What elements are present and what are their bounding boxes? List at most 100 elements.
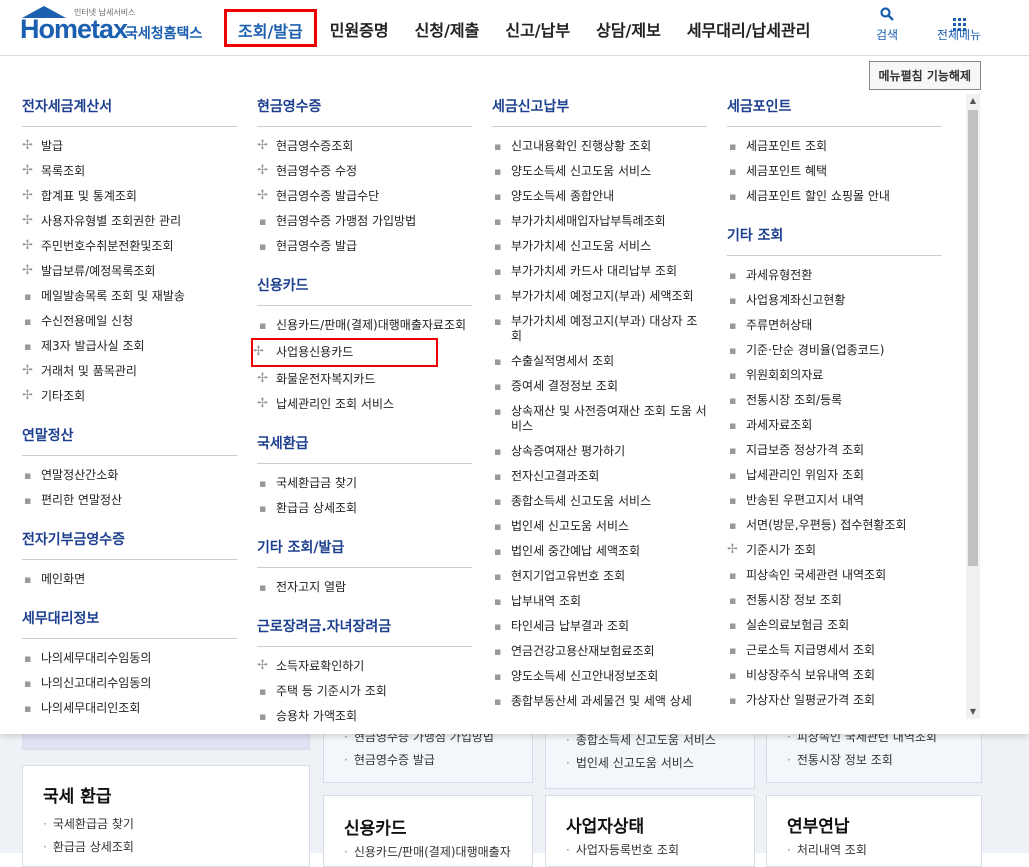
menu-item[interactable]: ▪ 연금건강고용산재보험료조회 xyxy=(492,639,707,664)
menu-item[interactable]: ▪ 반송된 우편고지서 내역 xyxy=(727,488,942,513)
menu-section-title[interactable]: 전자기부금영수증 xyxy=(22,529,237,560)
menu-item[interactable]: ▪ 양도소득세 신고안내정보조회 xyxy=(492,664,707,689)
menu-item[interactable]: ✢ 기준시가 조회 xyxy=(727,538,942,563)
search-button[interactable]: 검색 xyxy=(861,6,913,43)
menu-item[interactable]: ▪ 양도소득세 종합안내 xyxy=(492,184,707,209)
menu-item[interactable]: ▪ 신용카드/판매(결제)대행매출자료조회 xyxy=(257,313,472,338)
menu-item[interactable]: ▪ 수출실적명세서 조회 xyxy=(492,349,707,374)
menu-item[interactable]: ▪ 지급보증 정상가격 조회 xyxy=(727,438,942,463)
menu-item[interactable]: ▪ 환급금 상세조회 xyxy=(257,496,472,521)
menu-item[interactable]: ✢ 주민번호수취분전환및조회 xyxy=(22,234,237,259)
menu-item[interactable]: ▪ 부가가치세 예정고지(부과) 대상자 조회 xyxy=(492,309,707,349)
menu-section-title[interactable]: 근로장려금.자녀장려금 xyxy=(257,616,472,647)
menu-item[interactable]: ▪ 현금영수증 가맹점 가입방법 xyxy=(257,209,472,234)
menu-item[interactable]: ▪ 증여세 결정정보 조회 xyxy=(492,374,707,399)
menu-item[interactable]: ▪ 실손의료보험금 조회 xyxy=(727,613,942,638)
menu-item[interactable]: ▪ 현금영수증 발급 xyxy=(257,234,472,259)
menu-item[interactable]: ▪ 세금포인트 혜택 xyxy=(727,159,942,184)
menu-item[interactable]: ✢ 발급보류/예정목록조회 xyxy=(22,259,237,284)
menu-item[interactable]: ▪ 수신전용메일 신청 xyxy=(22,309,237,334)
menu-item[interactable]: ▪ 양도소득세 신고도움 서비스 xyxy=(492,159,707,184)
menu-item[interactable]: ✢ 소득자료확인하기 xyxy=(257,654,472,679)
menu-section-title[interactable]: 국세환급 xyxy=(257,433,472,464)
menu-item[interactable]: ✢ 현금영수증 수정 xyxy=(257,159,472,184)
menu-item[interactable]: ▪ 납부내역 조회 xyxy=(492,589,707,614)
nav-tax-agent[interactable]: 세무대리/납세관리 xyxy=(674,9,824,47)
menu-item[interactable]: ▪ 제3자 발급사실 조회 xyxy=(22,334,237,359)
menu-section-title[interactable]: 현금영수증 xyxy=(257,96,472,127)
menu-section-title[interactable]: 기타 조회/발급 xyxy=(257,537,472,568)
menu-item[interactable]: ▪ 전자고지 열람 xyxy=(257,575,472,600)
menu-item[interactable]: ▪ 승용차 가액조회 xyxy=(257,704,472,729)
menu-section-title[interactable]: 세금신고납부 xyxy=(492,96,707,127)
menu-item[interactable]: ✢ 발급 xyxy=(22,134,237,159)
scroll-thumb[interactable] xyxy=(968,110,978,566)
menu-item[interactable]: ▪ 현지기업고유번호 조회 xyxy=(492,564,707,589)
menu-item[interactable]: ✢ 거래처 및 품목관리 xyxy=(22,359,237,384)
menu-item[interactable]: ✢ 기타조회 xyxy=(22,384,237,409)
menu-item[interactable]: ▪ 법인세 중간예납 세액조회 xyxy=(492,539,707,564)
menu-item[interactable]: ▪ 비상장주식 보유내역 조회 xyxy=(727,663,942,688)
menu-item[interactable]: ▪ 가상자산 일평균가격 조회 xyxy=(727,688,942,713)
menu-section-title[interactable]: 세무대리정보 xyxy=(22,608,237,639)
menu-item[interactable]: ▪ 근로소득 지급명세서 조회 xyxy=(727,638,942,663)
menu-item[interactable]: ▪ 세금포인트 조회 xyxy=(727,134,942,159)
menu-item[interactable]: ✢ 목록조회 xyxy=(22,159,237,184)
menu-item[interactable]: ▪ 타인세금 납부결과 조회 xyxy=(492,614,707,639)
menu-item[interactable]: ✢ 사용자유형별 조회권한 관리 xyxy=(22,209,237,234)
menu-item[interactable]: ▪ 부가가치세 신고도움 서비스 xyxy=(492,234,707,259)
menu-item[interactable]: ▪ 메일발송목록 조회 및 재발송 xyxy=(22,284,237,309)
nav-consult-report[interactable]: 상담/제보 xyxy=(583,9,674,47)
menu-item[interactable]: ▪ 신고내용확인 진행상황 조회 xyxy=(492,134,707,159)
nav-certificates[interactable]: 민원증명 xyxy=(317,9,402,47)
nav-inquiry-issue[interactable]: 조회/발급 xyxy=(224,9,317,47)
menu-item[interactable]: ▪ 세금포인트 할인 쇼핑몰 안내 xyxy=(727,184,942,209)
menu-item[interactable]: ▪ 종합부동산세 과세물건 및 세액 상세 xyxy=(492,689,707,714)
menu-scrollbar[interactable]: ▲ ▼ xyxy=(966,94,980,719)
menu-item[interactable]: ▪ 과세자료조회 xyxy=(727,413,942,438)
menu-item[interactable]: ▪ 상속증여재산 평가하기 xyxy=(492,439,707,464)
hometax-logo[interactable]: 인터넷 납세서비스 Hometax 국세청홈택스 xyxy=(20,6,205,48)
menu-item[interactable]: ▪ 상속재산 및 사전증여재산 조회 도움 서비스 xyxy=(492,399,707,439)
menu-unfix-button[interactable]: 메뉴펼침 기능해제 xyxy=(868,61,981,90)
menu-item[interactable]: ✢ 합계표 및 통계조회 xyxy=(22,184,237,209)
menu-item[interactable]: ▪ 부가가치세 예정고지(부과) 세액조회 xyxy=(492,284,707,309)
menu-item[interactable]: ▪ 피상속인 국세관련 내역조회 xyxy=(727,563,942,588)
scroll-up-icon[interactable]: ▲ xyxy=(966,94,980,108)
menu-section-title[interactable]: 신용카드 xyxy=(257,275,472,306)
menu-item[interactable]: ▪ 주류면허상태 xyxy=(727,313,942,338)
menu-item[interactable]: ▪ 편리한 연말정산 xyxy=(22,488,237,513)
menu-item[interactable]: ✢ 현금영수증 발급수단 xyxy=(257,184,472,209)
all-menu-button[interactable]: 전체메뉴 xyxy=(933,6,985,43)
menu-item[interactable]: ✢ 사업용신용카드 xyxy=(251,338,438,367)
menu-item[interactable]: ▪ 사업용계좌신고현황 xyxy=(727,288,942,313)
menu-item[interactable]: ✢ 납세관리인 조회 서비스 xyxy=(257,392,472,417)
menu-section-title[interactable]: 전자세금계산서 xyxy=(22,96,237,127)
scroll-down-icon[interactable]: ▼ xyxy=(966,705,980,719)
menu-item[interactable]: ▪ 연말정산간소화 xyxy=(22,463,237,488)
menu-item[interactable]: ▪ 부가가치세매입자납부특례조회 xyxy=(492,209,707,234)
menu-item[interactable]: ▪ 위원회회의자료 xyxy=(727,363,942,388)
menu-item[interactable]: ▪ 나의신고대리수임동의 xyxy=(22,671,237,696)
menu-item[interactable]: ▪ 전통시장 정보 조회 xyxy=(727,588,942,613)
nav-apply-submit[interactable]: 신청/제출 xyxy=(402,9,493,47)
menu-item[interactable]: ▪ 서면(방문,우편등) 접수현황조회 xyxy=(727,513,942,538)
menu-item[interactable]: ▪ 법인세 신고도움 서비스 xyxy=(492,514,707,539)
menu-item[interactable]: ▪ 전자신고결과조회 xyxy=(492,464,707,489)
menu-section-title[interactable]: 연말정산 xyxy=(22,425,237,456)
menu-section-title[interactable]: 기타 조회 xyxy=(727,225,942,256)
menu-item[interactable]: ▪ 부가가치세 카드사 대리납부 조회 xyxy=(492,259,707,284)
menu-item[interactable]: ▪ 납세관리인 위임자 조회 xyxy=(727,463,942,488)
menu-item[interactable]: ▪ 주택 등 기준시가 조회 xyxy=(257,679,472,704)
nav-report-pay[interactable]: 신고/납부 xyxy=(492,9,583,47)
menu-item[interactable]: ▪ 과세유형전환 xyxy=(727,263,942,288)
menu-item[interactable]: ▪ 종합소득세 신고도움 서비스 xyxy=(492,489,707,514)
menu-item[interactable]: ▪ 기준·단순 경비율(업종코드) xyxy=(727,338,942,363)
menu-item[interactable]: ✢ 화물운전자복지카드 xyxy=(257,367,472,392)
menu-item[interactable]: ✢ 현금영수증조회 xyxy=(257,134,472,159)
menu-item[interactable]: ▪ 메인화면 xyxy=(22,567,237,592)
menu-item[interactable]: ▪ 나의세무대리수임동의 xyxy=(22,646,237,671)
menu-item[interactable]: ▪ 나의세무대리인조회 xyxy=(22,696,237,721)
menu-item[interactable]: ▪ 국세환급금 찾기 xyxy=(257,471,472,496)
menu-section-title[interactable]: 세금포인트 xyxy=(727,96,942,127)
